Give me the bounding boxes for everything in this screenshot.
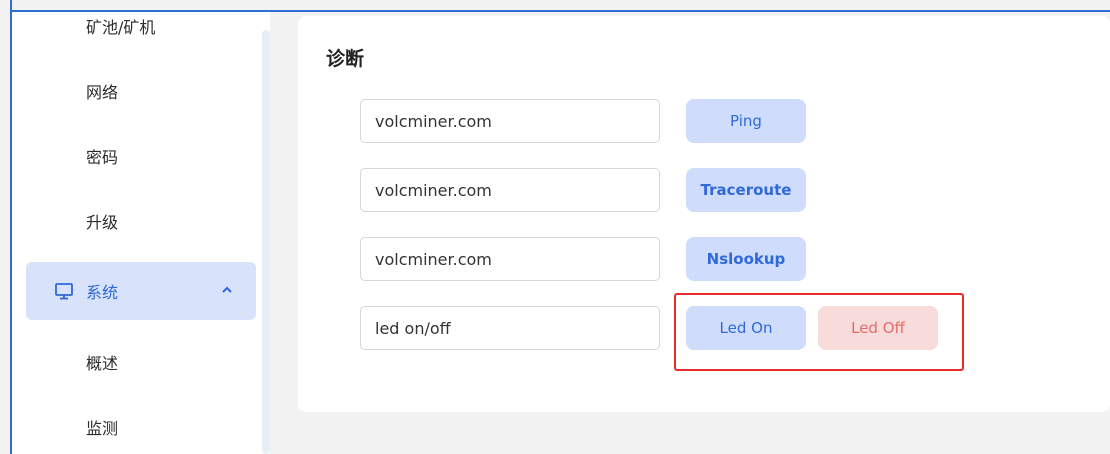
traceroute-host-input[interactable]: [360, 168, 660, 212]
led-input[interactable]: [360, 306, 660, 350]
sidebar-item-system[interactable]: 系统: [26, 262, 256, 320]
nslookup-button[interactable]: Nslookup: [686, 237, 806, 281]
sidebar-item-overview[interactable]: 概述: [12, 342, 270, 382]
traceroute-button[interactable]: Traceroute: [686, 168, 806, 212]
sidebar-item-monitoring[interactable]: 监测: [12, 407, 270, 447]
sidebar-item-pool-miner[interactable]: 矿池/矿机: [12, 6, 270, 46]
sidebar-item-label: 升级: [86, 213, 119, 232]
led-off-button[interactable]: Led Off: [818, 306, 938, 350]
sidebar-item-label: 网络: [86, 83, 119, 102]
sidebar-item-network[interactable]: 网络: [12, 71, 270, 111]
app-window: 矿池/矿机 网络 密码 升级 系统 概述 监测 诊断 volcminer.com…: [0, 0, 1110, 454]
window-frame-left: [10, 0, 12, 454]
monitor-icon: [54, 282, 74, 300]
sidebar-scrollbar[interactable]: [262, 30, 270, 454]
led-on-button[interactable]: Led On: [686, 306, 806, 350]
sidebar-item-label: 概述: [86, 354, 119, 373]
chevron-up-icon[interactable]: [220, 282, 234, 296]
sidebar-item-label: 密码: [86, 148, 119, 167]
ping-button[interactable]: Ping: [686, 99, 806, 143]
nslookup-host-input[interactable]: [360, 237, 660, 281]
sidebar-item-label: 系统: [86, 283, 119, 302]
sidebar-item-label: 矿池/矿机: [86, 18, 156, 37]
sidebar-item-password[interactable]: 密码: [12, 136, 270, 176]
sidebar-item-label: 监测: [86, 419, 119, 438]
page-title: 诊断: [326, 48, 365, 70]
diagnostics-panel: 诊断 Ping Traceroute Nslookup Led On Led O…: [298, 16, 1110, 412]
sidebar: 矿池/矿机 网络 密码 升级 系统 概述 监测: [12, 12, 270, 454]
sidebar-item-upgrade[interactable]: 升级: [12, 201, 270, 241]
ping-host-input[interactable]: [360, 99, 660, 143]
